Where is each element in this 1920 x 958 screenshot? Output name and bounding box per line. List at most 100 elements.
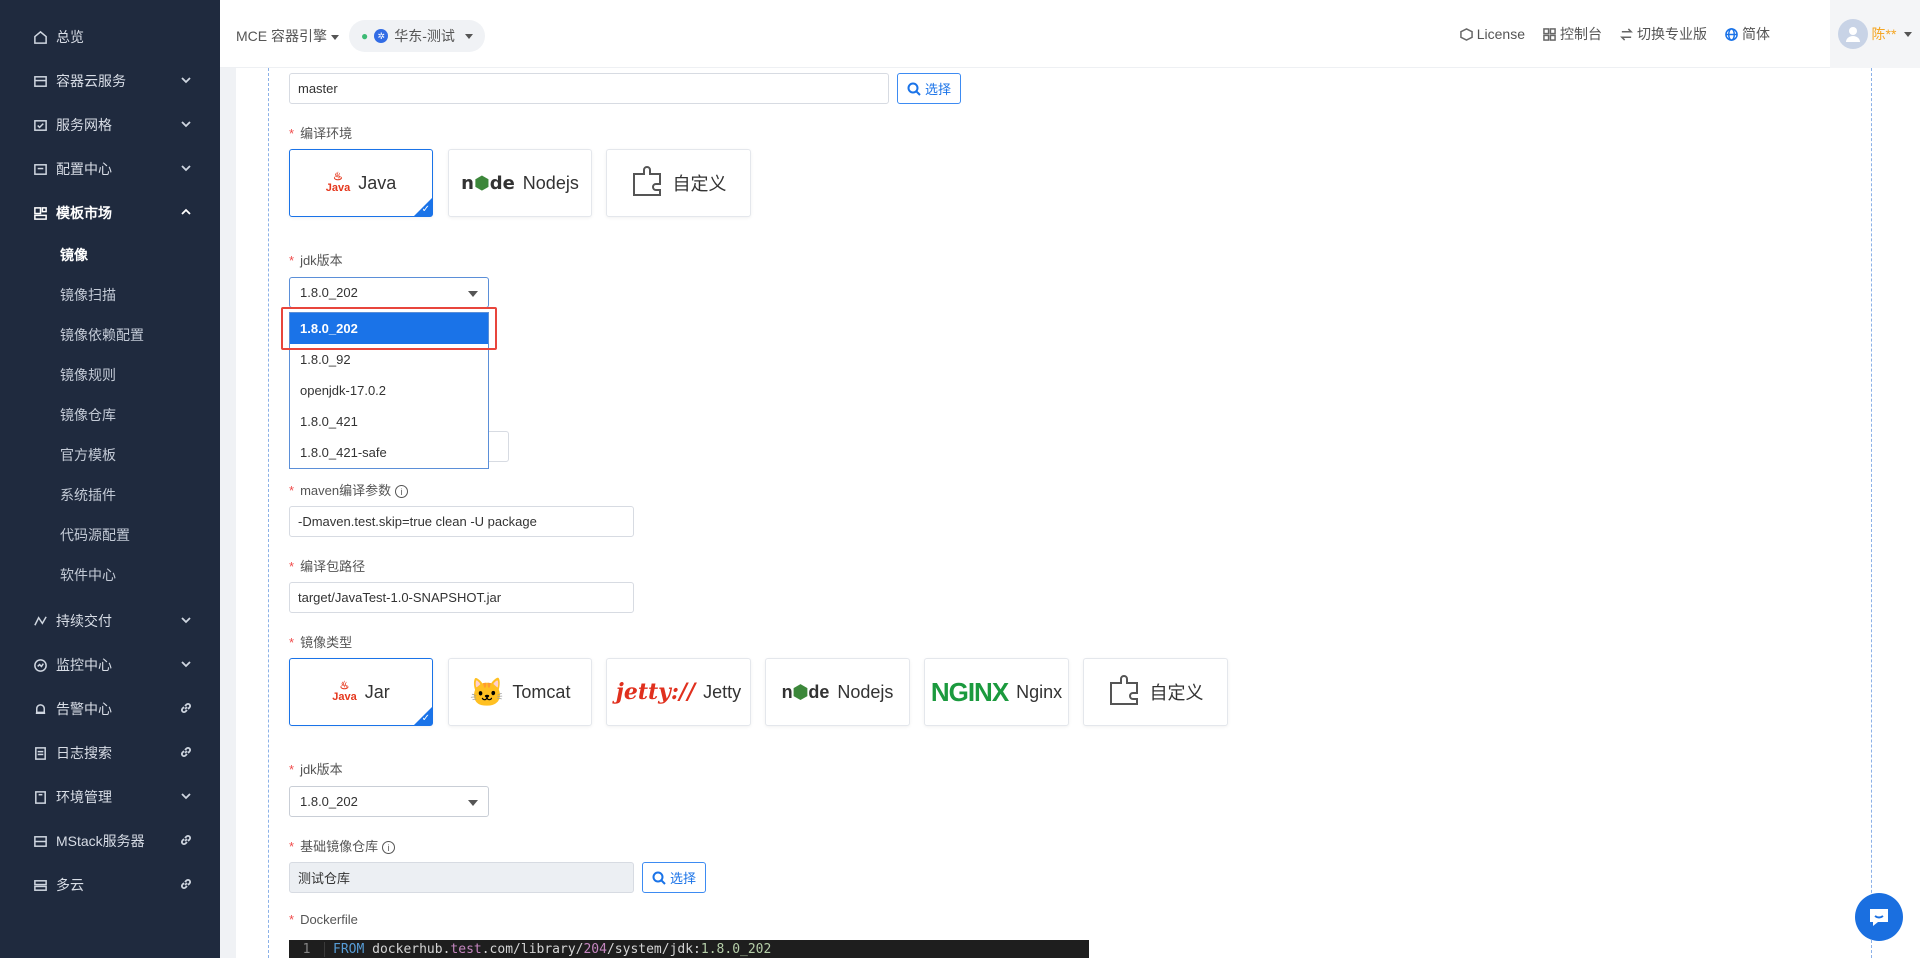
sidebar-item-alarm-center[interactable]: 告警中心 — [0, 687, 220, 731]
jdk-version-label-2: * jdk版本 — [289, 762, 343, 777]
license-link[interactable]: License — [1459, 24, 1525, 44]
env-icon — [32, 789, 48, 805]
cloud-icon — [32, 877, 48, 893]
sidebar-subitem-image-rules[interactable]: 镜像规则 — [0, 355, 220, 395]
maven-params-label: * maven编译参数 i — [289, 480, 409, 499]
image-type-jar-card[interactable]: ♨ Java Jar ✓ — [289, 658, 433, 726]
sidebar-item-container-cloud[interactable]: 容器云服务 — [0, 59, 220, 103]
sidebar-item-monitor-center[interactable]: 监控中心 — [0, 643, 220, 687]
config-icon — [32, 161, 48, 177]
engine-selector[interactable]: MCE 容器引擎 — [236, 26, 339, 46]
delivery-icon — [32, 613, 48, 629]
sidebar-subitem-code-source[interactable]: 代码源配置 — [0, 515, 220, 555]
chat-support-button[interactable] — [1855, 893, 1903, 941]
sidebar-item-overview[interactable]: 总览 — [0, 15, 220, 59]
image-type-nginx-card[interactable]: NGINX Nginx — [924, 658, 1069, 726]
package-path-label: * 编译包路径 — [289, 559, 366, 574]
sidebar-subitem-software-center[interactable]: 软件中心 — [0, 555, 220, 595]
chevron-down-icon — [180, 613, 194, 627]
tomcat-icon: 🐱 — [469, 676, 505, 708]
sidebar-subitem-image-repo[interactable]: 镜像仓库 — [0, 395, 220, 435]
choose-branch-button[interactable]: 选择 — [897, 73, 961, 104]
home-icon — [32, 29, 48, 45]
sidebar-item-log-search[interactable]: 日志搜索 — [0, 731, 220, 775]
java-icon: ♨ Java — [325, 171, 351, 194]
java-icon: ♨ Java — [332, 680, 357, 703]
dockerfile-editor[interactable]: 1 FROM dockerhub.test.com/library/204/sy… — [289, 940, 1089, 958]
caret-down-icon — [468, 291, 478, 297]
cluster-selector[interactable]: ● ✲ 华东-测试 — [349, 20, 485, 52]
package-path-input[interactable]: target/JavaTest-1.0-SNAPSHOT.jar — [289, 582, 634, 613]
image-type-jetty-card[interactable]: jetty:// Jetty — [606, 658, 751, 726]
image-type-custom-card[interactable]: 自定义 — [1083, 658, 1228, 726]
globe-icon — [1725, 27, 1738, 41]
image-type-tomcat-card[interactable]: 🐱 Tomcat — [448, 658, 592, 726]
language-selector[interactable]: 简体 — [1725, 24, 1770, 44]
server-icon — [32, 833, 48, 849]
switch-pro-link[interactable]: 切换专业版 — [1620, 24, 1707, 44]
chevron-up-icon — [180, 205, 194, 219]
highlight-box — [281, 307, 497, 350]
sidebar-subitem-official-templates[interactable]: 官方模板 — [0, 435, 220, 475]
sidebar-item-continuous-delivery[interactable]: 持续交付 — [0, 599, 220, 643]
sidebar-item-label: 总览 — [56, 29, 84, 45]
jdk-version-select-2[interactable]: 1.8.0_202 — [289, 786, 489, 817]
chevron-down-icon — [180, 161, 194, 175]
cube-icon — [1459, 27, 1473, 41]
top-bar: MCE 容器引擎 ● ✲ 华东-测试 License 控制台 切换专业版 简体 … — [220, 0, 1920, 68]
chat-icon — [1870, 909, 1888, 926]
nodejs-icon: n⬢de — [781, 681, 830, 702]
sidebar-subitem-image[interactable]: 镜像 — [0, 235, 220, 275]
sidebar-item-label: 配置中心 — [56, 161, 112, 177]
jetty-icon: jetty:// — [615, 679, 696, 705]
puzzle-icon — [631, 164, 665, 203]
user-menu[interactable]: 陈** — [1830, 0, 1920, 68]
jdk-option[interactable]: 1.8.0_421 — [290, 406, 488, 437]
sidebar-item-template-market[interactable]: 模板市场 — [0, 191, 220, 235]
mesh-icon — [32, 117, 48, 133]
compile-env-java-card[interactable]: ♨ Java Java ✓ — [289, 149, 433, 217]
chevron-down-icon — [180, 73, 194, 87]
log-icon — [32, 745, 48, 761]
sidebar-item-label: 模板市场 — [56, 205, 112, 221]
dockerfile-label: * Dockerfile — [289, 912, 358, 927]
jdk-option[interactable]: openjdk-17.0.2 — [290, 375, 488, 406]
image-type-nodejs-card[interactable]: n⬢de Nodejs — [765, 658, 910, 726]
sidebar-item-env-management[interactable]: 环境管理 — [0, 775, 220, 819]
sidebar-subitem-system-plugins[interactable]: 系统插件 — [0, 475, 220, 515]
check-icon: ✓ — [421, 204, 430, 215]
console-link[interactable]: 控制台 — [1543, 24, 1602, 44]
compile-env-label: * 编译环境 — [289, 126, 353, 141]
nginx-icon: NGINX — [930, 676, 1009, 707]
compile-env-custom-card[interactable]: 自定义 — [606, 149, 751, 217]
sidebar-item-label: 服务网格 — [56, 117, 112, 133]
link-icon — [180, 745, 194, 759]
check-icon: ✓ — [421, 713, 430, 724]
caret-down-icon — [464, 33, 473, 39]
search-icon — [652, 871, 666, 885]
sidebar-subitem-image-dependency[interactable]: 镜像依赖配置 — [0, 315, 220, 355]
kubernetes-icon: ✲ — [374, 29, 389, 43]
info-icon: i — [382, 841, 396, 855]
choose-base-repo-button[interactable]: 选择 — [642, 862, 706, 893]
avatar — [1837, 19, 1868, 49]
grid-icon — [1543, 27, 1556, 41]
sidebar-item-label: 容器云服务 — [56, 73, 126, 89]
sidebar-item-config-center[interactable]: 配置中心 — [0, 147, 220, 191]
location-icon: ● — [361, 29, 369, 43]
jdk-version-select[interactable]: 1.8.0_202 — [289, 277, 489, 308]
sidebar-item-mstack-server[interactable]: MStack服务器 — [0, 819, 220, 863]
branch-input[interactable]: master — [289, 73, 889, 104]
template-icon — [32, 205, 48, 221]
sidebar-subitem-image-scan[interactable]: 镜像扫描 — [0, 275, 220, 315]
caret-down-icon — [331, 34, 339, 40]
divider — [268, 68, 269, 958]
sidebar-item-multi-cloud[interactable]: 多云 — [0, 863, 220, 907]
jdk-option[interactable]: 1.8.0_421-safe — [290, 437, 488, 468]
line-number: 1 — [289, 941, 325, 957]
box-icon — [32, 73, 48, 89]
sidebar-item-service-mesh[interactable]: 服务网格 — [0, 103, 220, 147]
maven-params-input[interactable]: -Dmaven.test.skip=true clean -U package — [289, 506, 634, 537]
image-type-label: * 镜像类型 — [289, 635, 353, 650]
compile-env-nodejs-card[interactable]: n⬢de Nodejs — [448, 149, 592, 217]
